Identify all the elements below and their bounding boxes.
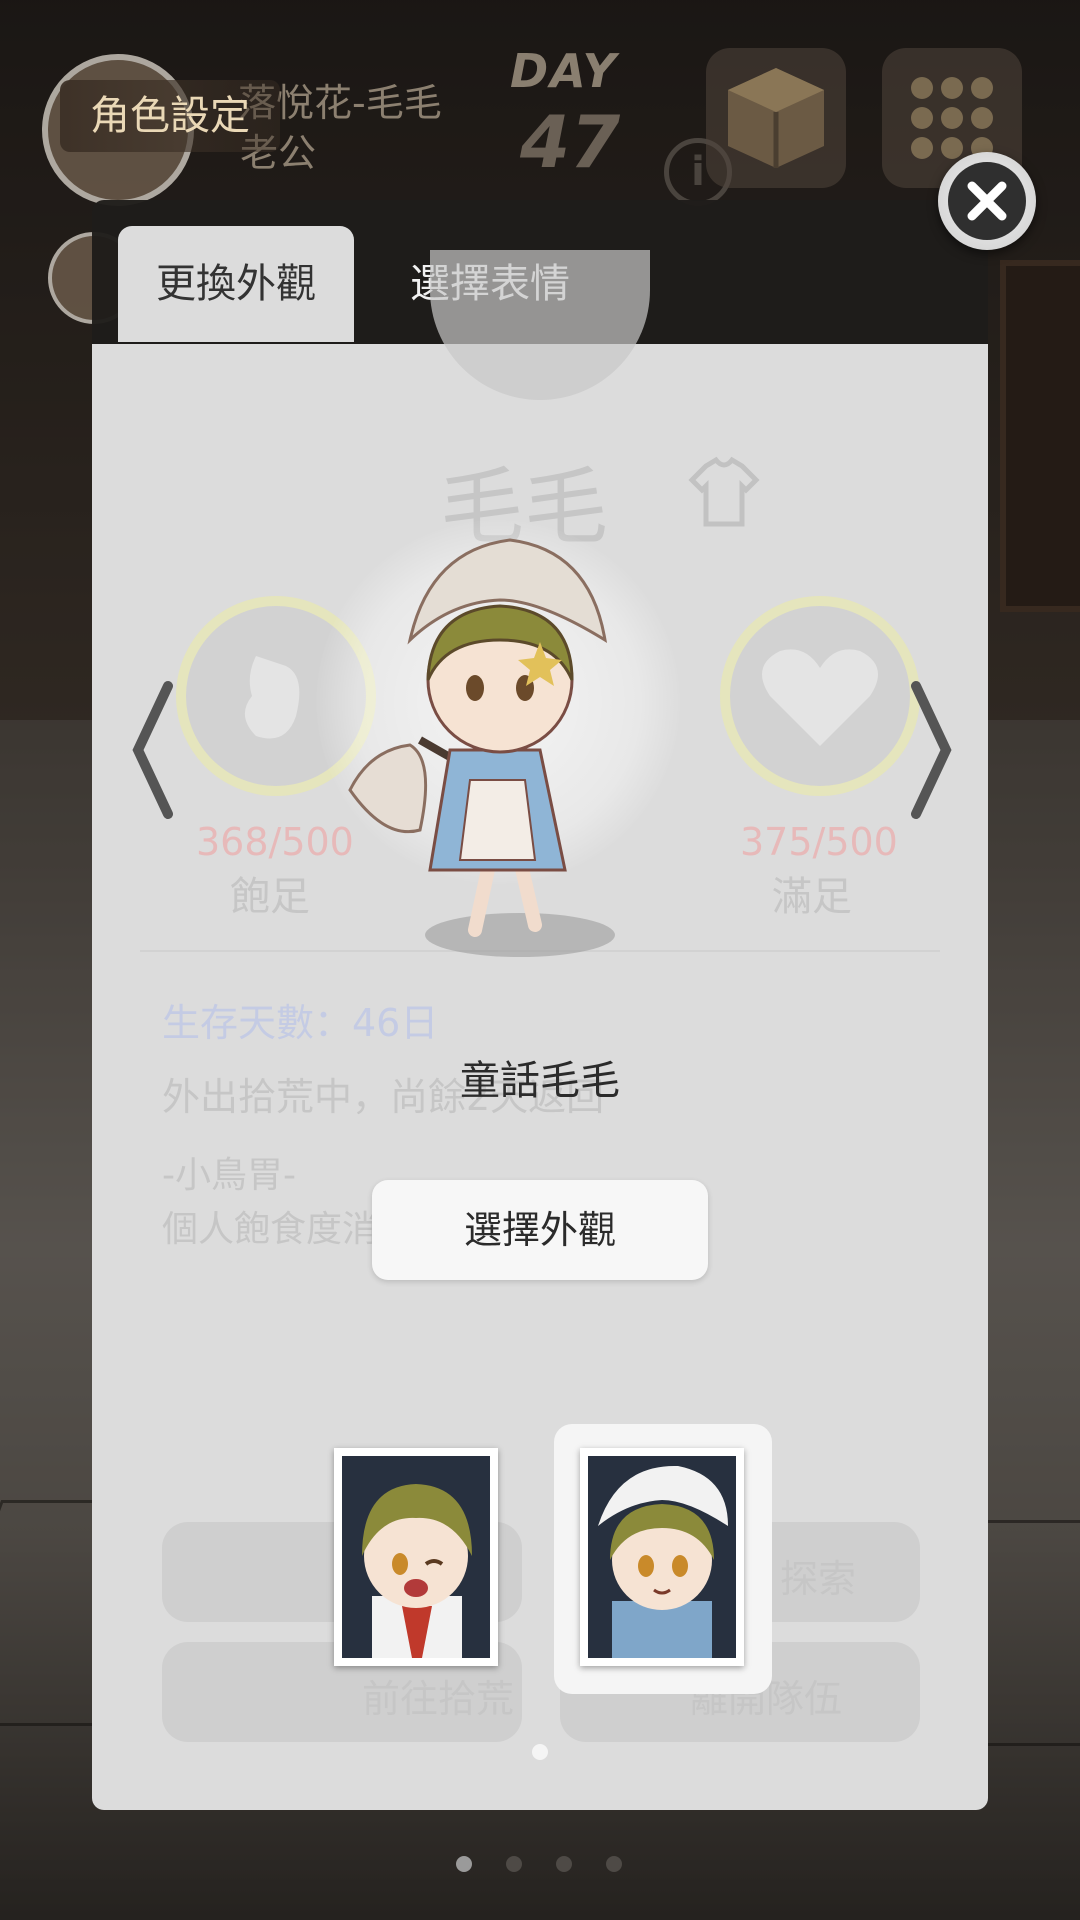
thumbnail-page-dot [532, 1744, 548, 1760]
previous-arrow-icon[interactable] [128, 680, 178, 840]
page-dot-2[interactable] [506, 1856, 522, 1872]
close-icon [948, 162, 1026, 240]
page-dot-1[interactable] [456, 1856, 472, 1872]
outfit-name: 童話毛毛 [460, 1058, 620, 1104]
satiety-value: 368/500 [196, 820, 354, 864]
character-preview [340, 530, 690, 970]
day-label: DAY [510, 44, 618, 98]
ghost-explore-label: 探索 [780, 1557, 857, 1601]
outfit-thumbnail-image [588, 1456, 736, 1658]
satisfaction-value: 375/500 [740, 820, 898, 864]
page-dot-3[interactable] [556, 1856, 572, 1872]
page-dot-4[interactable] [606, 1856, 622, 1872]
ghost-scavenge-label: 前往拾荒 [362, 1677, 515, 1721]
outfit-thumbnail-default[interactable] [334, 1448, 498, 1666]
days-survived: 生存天數：46日 [162, 1001, 439, 1045]
day-number: 47 [520, 100, 621, 184]
satisfaction-label: 滿足 [772, 874, 852, 920]
close-button[interactable] [938, 152, 1036, 250]
character-settings-title: 角色設定 [60, 80, 280, 152]
satisfaction-gauge [720, 596, 920, 796]
next-arrow-icon[interactable] [906, 680, 956, 840]
tab-change-appearance[interactable]: 更換外觀 [118, 226, 354, 342]
shirt-icon [684, 452, 764, 536]
satiety-label: 飽足 [230, 874, 310, 920]
trait-title: -小鳥胃- [162, 1155, 296, 1196]
outfit-thumbnail-image [342, 1456, 490, 1658]
outfit-thumbnail-fairy-tale[interactable] [580, 1448, 744, 1666]
select-appearance-button[interactable]: 選擇外觀 [372, 1180, 708, 1280]
inventory-box-icon[interactable] [706, 48, 846, 188]
